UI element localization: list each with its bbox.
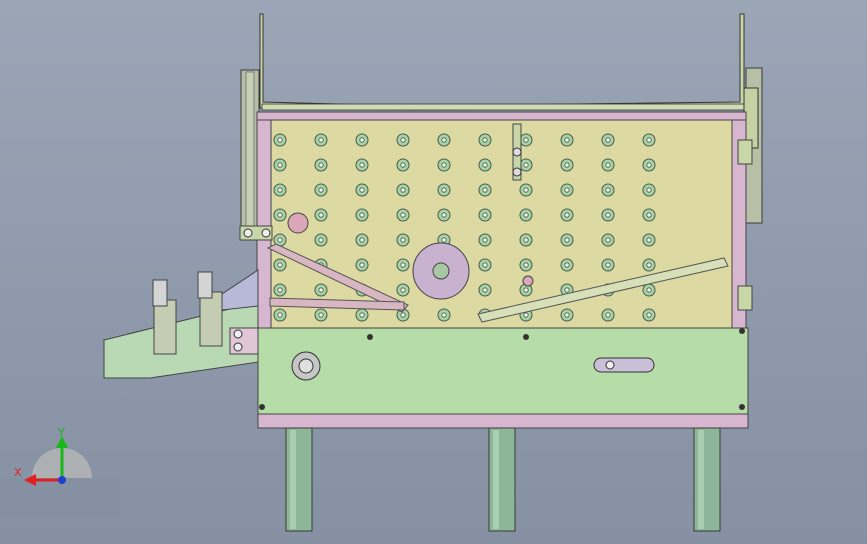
hole <box>560 183 574 197</box>
leg <box>285 427 313 532</box>
hole <box>314 283 328 297</box>
hole <box>355 208 369 222</box>
base-block <box>257 327 749 415</box>
hole <box>478 158 492 172</box>
hole <box>273 158 287 172</box>
hole <box>601 133 615 147</box>
hole <box>478 183 492 197</box>
hole <box>519 258 533 272</box>
hole <box>642 208 656 222</box>
hole <box>314 308 328 322</box>
hole <box>560 233 574 247</box>
y-axis-label: Y <box>57 426 65 439</box>
hole <box>642 158 656 172</box>
hole <box>437 308 451 322</box>
cad-viewport[interactable]: Y X <box>0 0 867 544</box>
hole <box>601 158 615 172</box>
hole <box>273 133 287 147</box>
leg-highlight <box>493 430 499 529</box>
hole <box>560 258 574 272</box>
hole <box>396 283 410 297</box>
hole <box>396 208 410 222</box>
support-legs <box>285 427 721 532</box>
hole <box>355 158 369 172</box>
hole <box>437 133 451 147</box>
hole <box>519 133 533 147</box>
hole <box>560 158 574 172</box>
leg-highlight <box>290 430 296 529</box>
hole <box>355 133 369 147</box>
view-triad: Y X <box>0 426 120 518</box>
hole <box>355 233 369 247</box>
hole <box>478 133 492 147</box>
hole <box>642 183 656 197</box>
hole <box>396 258 410 272</box>
hole <box>642 233 656 247</box>
hole <box>478 208 492 222</box>
hole <box>314 183 328 197</box>
hole <box>273 258 287 272</box>
hole <box>560 308 574 322</box>
hole <box>355 258 369 272</box>
leg <box>488 427 516 532</box>
hole <box>396 183 410 197</box>
hole <box>396 158 410 172</box>
hole <box>601 258 615 272</box>
hole <box>642 308 656 322</box>
hole <box>273 183 287 197</box>
hole <box>642 133 656 147</box>
hole <box>273 283 287 297</box>
hole <box>355 183 369 197</box>
hole <box>314 158 328 172</box>
hole <box>478 258 492 272</box>
hole <box>601 308 615 322</box>
hole <box>437 208 451 222</box>
hole <box>437 158 451 172</box>
hole <box>314 133 328 147</box>
hole <box>519 183 533 197</box>
leg <box>693 427 721 532</box>
hole <box>478 233 492 247</box>
hole <box>601 233 615 247</box>
hole <box>314 233 328 247</box>
hole <box>355 308 369 322</box>
feed-chute <box>103 269 279 379</box>
perforated-plate <box>270 119 733 329</box>
leg-highlight <box>698 430 704 529</box>
hole <box>314 208 328 222</box>
hole <box>560 133 574 147</box>
hole <box>273 308 287 322</box>
hole <box>642 258 656 272</box>
hole <box>519 158 533 172</box>
hole <box>478 283 492 297</box>
bottom-plate <box>257 413 749 429</box>
hole <box>601 208 615 222</box>
hole <box>519 233 533 247</box>
hole <box>273 208 287 222</box>
hole <box>601 183 615 197</box>
hole <box>519 208 533 222</box>
x-axis-label: X <box>14 466 22 479</box>
machine-front-view[interactable]: Y X <box>0 0 867 544</box>
hole <box>642 283 656 297</box>
hole <box>396 133 410 147</box>
hole <box>560 208 574 222</box>
hole <box>396 233 410 247</box>
hole <box>437 183 451 197</box>
